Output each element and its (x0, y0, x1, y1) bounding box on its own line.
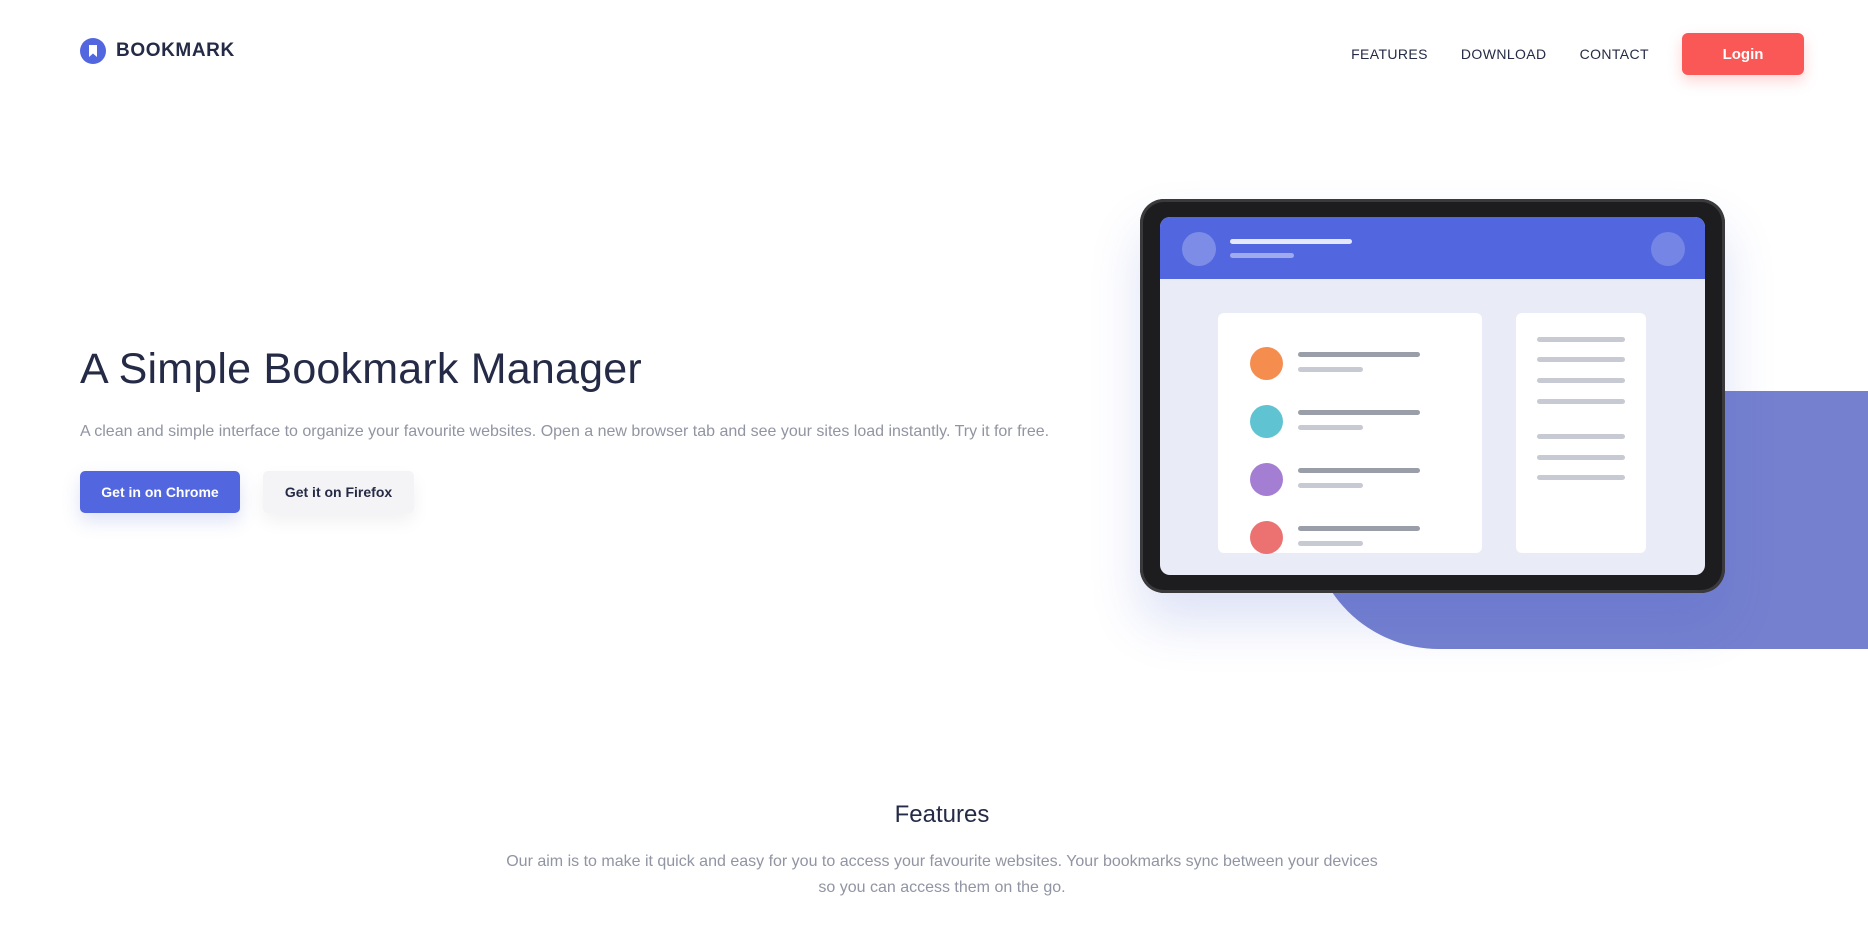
placeholder-line (1298, 352, 1420, 357)
site-header: BOOKMARK FEATURES DOWNLOAD CONTACT Login (0, 0, 1868, 106)
brand-logo[interactable]: BOOKMARK (80, 38, 235, 64)
placeholder-line (1537, 357, 1625, 362)
hero-title: A Simple Bookmark Manager (80, 345, 642, 393)
tablet-screen (1160, 217, 1705, 575)
placeholder-line (1298, 526, 1420, 531)
menu-placeholder (1651, 232, 1685, 266)
avatar-placeholder (1182, 232, 1216, 266)
placeholder-line (1298, 483, 1363, 488)
nav-features-link[interactable]: FEATURES (1351, 46, 1428, 62)
nav-download-link[interactable]: DOWNLOAD (1461, 46, 1547, 62)
placeholder-line (1537, 455, 1625, 460)
screen-header-bar (1160, 217, 1705, 279)
hero-description: A clean and simple interface to organize… (80, 423, 1050, 440)
bookmark-list-card (1218, 313, 1482, 554)
placeholder-line (1298, 367, 1363, 372)
placeholder-line (1298, 425, 1363, 430)
placeholder-line (1230, 253, 1294, 258)
hero-illustration (1130, 195, 1868, 655)
bookmark-row (1250, 401, 1460, 441)
firefox-download-button[interactable]: Get it on Firefox (263, 471, 414, 513)
features-description: Our aim is to make it quick and easy for… (506, 853, 1378, 896)
placeholder-line (1537, 378, 1625, 383)
placeholder-line (1298, 468, 1420, 473)
features-title: Features (894, 801, 990, 828)
side-panel-card (1516, 313, 1646, 553)
bookmark-dot (1250, 347, 1283, 380)
placeholder-line (1537, 399, 1625, 404)
bookmark-dot (1250, 521, 1283, 554)
bookmark-row (1250, 517, 1460, 557)
tablet-mockup (1140, 199, 1725, 593)
placeholder-line (1230, 239, 1352, 244)
download-buttons: Get in on Chrome Get it on Firefox (80, 471, 414, 513)
bookmark-dot (1250, 405, 1283, 438)
placeholder-line (1537, 475, 1625, 480)
nav-contact-link[interactable]: CONTACT (1580, 46, 1649, 62)
chrome-download-button[interactable]: Get in on Chrome (80, 471, 240, 513)
bookmark-logo-icon (80, 38, 106, 64)
brand-name: BOOKMARK (116, 40, 235, 61)
bookmark-row (1250, 459, 1460, 499)
placeholder-line (1298, 541, 1363, 546)
placeholder-line (1537, 434, 1625, 439)
placeholder-line (1298, 410, 1420, 415)
login-button[interactable]: Login (1682, 33, 1804, 75)
placeholder-line (1537, 337, 1625, 342)
bookmark-dot (1250, 463, 1283, 496)
main-nav: FEATURES DOWNLOAD CONTACT Login (1351, 33, 1804, 75)
bookmark-row (1250, 343, 1460, 383)
